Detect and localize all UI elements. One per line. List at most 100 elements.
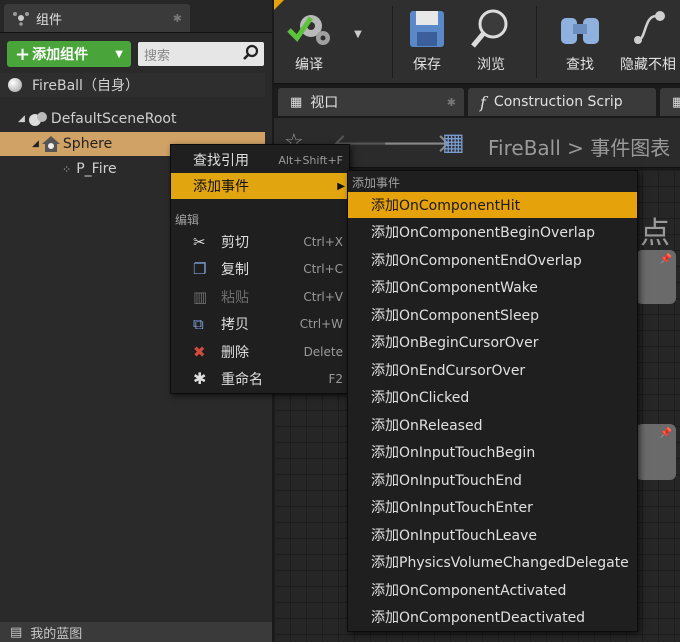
shortcut-label: F2 [328, 372, 343, 386]
toolbar-divider [392, 6, 393, 78]
menu-item-label: 添加事件 [193, 179, 249, 195]
menu-item-copy[interactable]: ❐ 复制 Ctrl+C [171, 256, 349, 282]
graph-icon: ▦ [672, 94, 680, 110]
menu-item-label: 查找引用 [193, 153, 249, 169]
scene-root-icon [28, 112, 47, 126]
main-toolbar: 编译 ▼ 保存 浏览 查找 隐藏不相 [274, 0, 680, 84]
event-item[interactable]: 添加OnComponentBeginOverlap [348, 219, 637, 245]
my-blueprint-label: 我的蓝图 [30, 626, 83, 642]
collapse-arrow-icon: ◢ [18, 114, 25, 124]
graph-node[interactable]: 📌 [636, 424, 676, 480]
function-icon: f [480, 92, 486, 112]
event-item[interactable]: 添加PhysicsVolumeChangedDelegate [348, 549, 637, 575]
rename-star-icon: ✱ [193, 369, 207, 388]
browse-button[interactable]: 浏览 [464, 4, 518, 80]
delete-icon: ✖ [193, 343, 206, 361]
search-input[interactable]: 搜索 [138, 42, 264, 66]
home-icon [41, 136, 60, 152]
tree-item-label: Sphere [62, 136, 113, 152]
event-item[interactable]: 添加OnComponentSleep [348, 302, 637, 328]
shortcut-label: Ctrl+C [303, 262, 343, 276]
close-icon[interactable]: ✱ [173, 12, 182, 25]
event-item[interactable]: 添加OnComponentEndOverlap [348, 247, 637, 273]
breadcrumb-root[interactable]: FireBall [488, 136, 561, 160]
menu-item-duplicate[interactable]: ⧉ 拷贝 Ctrl+W [171, 311, 349, 337]
menu-item-label: 删除 [221, 345, 249, 361]
menu-item-rename[interactable]: ✱ 重命名 F2 [171, 366, 349, 392]
self-item[interactable]: FireBall（自身） [0, 73, 265, 97]
menu-item-paste: ▥ 粘贴 Ctrl+V [171, 284, 349, 310]
binoculars-icon [561, 18, 599, 44]
pin-icon: 📌 [659, 428, 672, 439]
compile-options-dropdown[interactable]: ▼ [348, 4, 368, 80]
components-tab-title: 组件 [36, 12, 63, 28]
event-item[interactable]: 添加OnInputTouchEnter [348, 494, 637, 520]
compile-gear-icon [287, 15, 330, 45]
shortcut-label: Delete [303, 345, 343, 359]
tree-item-defaultsceneroot[interactable]: ◢ DefaultSceneRoot [0, 107, 265, 131]
components-icon [13, 12, 29, 26]
event-item[interactable]: 添加OnInputTouchLeave [348, 522, 637, 548]
graph-icon: ▦ [442, 128, 465, 156]
menu-item-label: 粘贴 [221, 290, 249, 306]
save-button[interactable]: 保存 [402, 4, 452, 80]
menu-item-find-references[interactable]: 查找引用 Alt+Shift+F [171, 147, 349, 173]
find-button[interactable]: 查找 [550, 4, 610, 80]
blueprint-editor: 组件 ✱ + 添加组件 ▼ 搜索 FireBall（自身） ◢ DefaultS… [0, 0, 680, 642]
compile-label: 编译 [295, 57, 323, 73]
edit-section-header: 编辑 [175, 213, 200, 227]
menu-item-label: 拷贝 [221, 317, 249, 333]
event-item[interactable]: 添加OnComponentActivated [348, 577, 637, 603]
search-placeholder: 搜索 [144, 48, 171, 64]
add-component-button[interactable]: + 添加组件 ▼ [7, 41, 131, 67]
event-item[interactable]: 添加OnInputTouchBegin [348, 439, 637, 465]
menu-item-label: 重命名 [221, 372, 263, 388]
dropdown-caret-icon: ▼ [115, 48, 123, 60]
event-item[interactable]: 添加OnBeginCursorOver [348, 329, 637, 355]
event-item[interactable]: 添加OnClicked [348, 384, 637, 410]
editor-tabbar: ▦ 视口 ✱ f Construction Scrip ▦ [274, 88, 680, 116]
particle-icon: ⁘ [62, 162, 72, 176]
event-item[interactable]: 添加OnReleased [348, 412, 637, 438]
duplicate-icon: ⧉ [193, 315, 204, 333]
compile-button[interactable]: 编译 [280, 4, 338, 80]
find-label: 查找 [566, 57, 594, 73]
tab-construction-script[interactable]: f Construction Scrip [468, 88, 656, 116]
hide-label: 隐藏不相 [620, 57, 676, 73]
shortcut-label: Alt+Shift+F [278, 153, 343, 167]
event-item[interactable]: 添加OnComponentDeactivated [348, 604, 637, 630]
tab-viewport-label: 视口 [310, 95, 339, 111]
tab-event-graph[interactable]: ▦ [660, 88, 680, 116]
graph-node[interactable]: 📌 [636, 250, 676, 304]
menu-item-add-event[interactable]: 添加事件 ▶ [171, 173, 349, 199]
menu-item-label: 复制 [221, 262, 249, 278]
menu-item-delete[interactable]: ✖ 删除 Delete [171, 339, 349, 365]
event-item[interactable]: 添加OnComponentHit [348, 192, 637, 218]
self-item-label: FireBall（自身） [32, 78, 139, 94]
browse-label: 浏览 [477, 57, 505, 73]
scissors-icon: ✂ [193, 233, 206, 251]
tab-viewport[interactable]: ▦ 视口 ✱ [278, 88, 464, 116]
toolbar-divider [536, 6, 537, 78]
collapse-arrow-icon: ◢ [32, 139, 39, 149]
submenu-arrow-icon: ▶ [337, 180, 345, 192]
plus-icon: + [15, 43, 31, 65]
event-item[interactable]: 添加OnComponentWake [348, 274, 637, 300]
menu-item-label: 剪切 [221, 235, 249, 251]
breadcrumb-separator: > [567, 136, 584, 160]
save-disk-icon [410, 11, 444, 47]
shortcut-label: Ctrl+X [303, 235, 343, 249]
breadcrumb: FireBall > 事件图表 [488, 132, 670, 161]
tree-item-label: DefaultSceneRoot [50, 111, 177, 127]
save-label: 保存 [413, 57, 441, 73]
magnifier-icon [471, 9, 508, 48]
close-icon[interactable]: ✱ [447, 96, 456, 109]
context-menu: 查找引用 Alt+Shift+F 添加事件 ▶ 编辑 ✂ 剪切 Ctrl+X ❐… [170, 144, 350, 394]
menu-item-cut[interactable]: ✂ 剪切 Ctrl+X [171, 229, 349, 255]
components-tab[interactable]: 组件 ✱ [4, 4, 190, 32]
event-item[interactable]: 添加OnEndCursorOver [348, 357, 637, 383]
my-blueprint-tab[interactable]: ▤ 我的蓝图 [0, 622, 272, 642]
tree-item-label: P_Fire [76, 161, 117, 177]
hide-unrelated-button[interactable]: 隐藏不相 [620, 4, 680, 80]
event-item[interactable]: 添加OnInputTouchEnd [348, 467, 637, 493]
